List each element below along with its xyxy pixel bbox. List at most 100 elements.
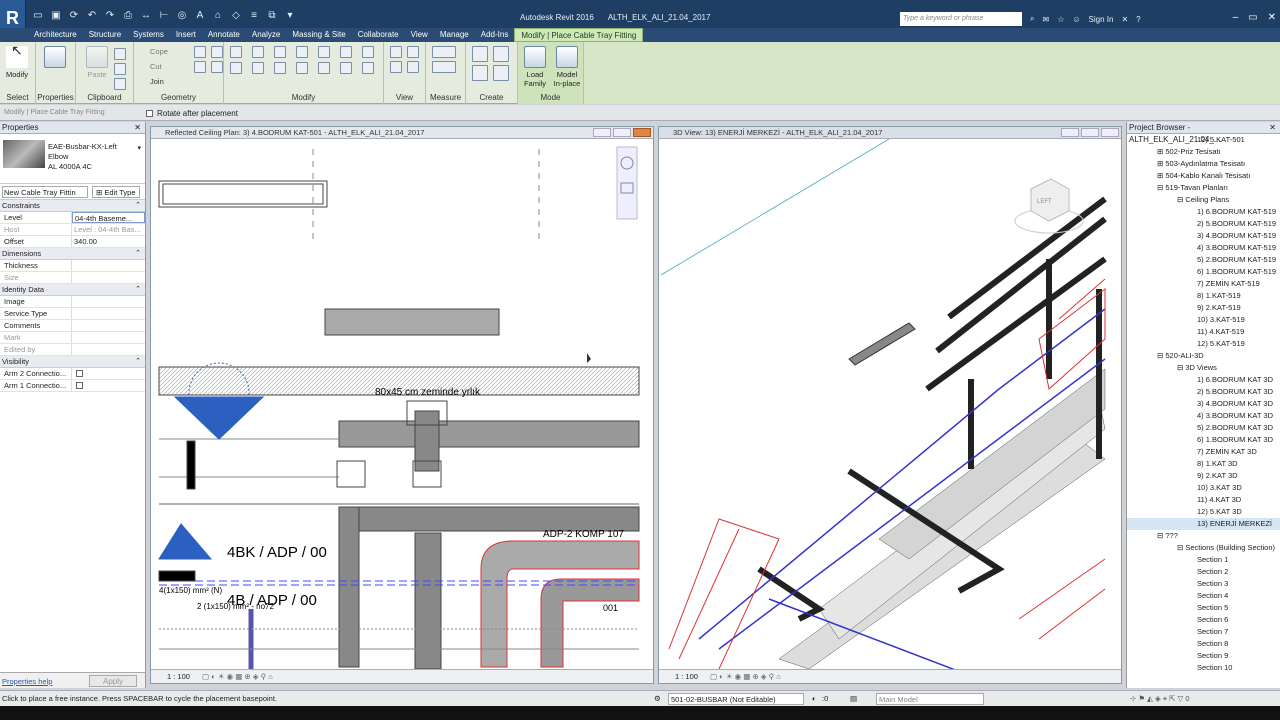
move-icon[interactable] <box>230 62 242 74</box>
browser-item[interactable]: 4) 3.BODRUM KAT-519 <box>1127 242 1280 254</box>
view-scale[interactable]: 1 : 100 <box>167 672 190 681</box>
browser-item[interactable]: 10) 3.KAT 3D <box>1127 482 1280 494</box>
subscription-icon[interactable]: ✉ <box>1042 15 1049 24</box>
restore-icon[interactable] <box>1081 128 1099 137</box>
create-similar-icon[interactable] <box>493 65 509 81</box>
browser-item[interactable]: ⊟ 3D Views <box>1127 362 1280 374</box>
browser-item[interactable]: Section 4 <box>1127 590 1280 602</box>
split-face-icon[interactable] <box>194 46 206 58</box>
tab-collaborate[interactable]: Collaborate <box>352 28 405 42</box>
trim-icon[interactable] <box>296 62 308 74</box>
view-controls-icons[interactable]: ▢ ◐ ☀ ◉ ▦ ⊕ ◈ ⚲ ⌂ <box>710 672 781 681</box>
browser-item[interactable]: 3) 4.BODRUM KAT-519 <box>1127 230 1280 242</box>
binoculars-icon[interactable]: ⌕ <box>1030 14 1034 24</box>
browser-item[interactable]: 9) 2.KAT-519 <box>1127 302 1280 314</box>
property-value[interactable]: 340.00 <box>72 236 145 247</box>
browser-item[interactable]: 12) 5.KAT-519 <box>1127 338 1280 350</box>
close-icon[interactable]: ✕ <box>1268 12 1276 23</box>
browser-item[interactable]: ⊞ 503-Aydınlatma Tesisatı <box>1127 158 1280 170</box>
plan-canvas[interactable]: 80x45 cm zeminde yrlık 4BK / ADP / 00 4B… <box>151 139 653 669</box>
browser-item[interactable]: Section 7 <box>1127 626 1280 638</box>
browser-item[interactable]: 12) 5.KAT 3D <box>1127 506 1280 518</box>
close-icon[interactable] <box>1101 128 1119 137</box>
browser-item[interactable]: 10) 3.KAT-519 <box>1127 314 1280 326</box>
delete-icon[interactable] <box>362 46 374 58</box>
model-inplace-button[interactable]: Model In-place <box>552 46 582 88</box>
navigation-bar[interactable] <box>616 146 638 220</box>
property-value[interactable] <box>72 272 145 283</box>
property-value[interactable] <box>72 260 145 271</box>
create-parts-icon[interactable] <box>493 46 509 62</box>
property-value[interactable] <box>72 344 145 355</box>
3d-view[interactable]: 3D View: 13) ENERJİ MERKEZİ - ALTH_ELK_A… <box>658 126 1122 684</box>
unpin-icon[interactable] <box>362 62 374 74</box>
browser-item[interactable]: Section 5 <box>1127 602 1280 614</box>
properties-section-visibility[interactable]: Visibility <box>0 356 145 368</box>
measure-between-icon[interactable] <box>432 46 456 58</box>
visibility-checkbox[interactable] <box>76 382 83 389</box>
split-icon[interactable] <box>318 46 330 58</box>
match-icon[interactable] <box>114 78 126 90</box>
copy-icon[interactable] <box>252 62 264 74</box>
undo-icon[interactable]: ↶ <box>86 10 98 22</box>
active-workset-dropdown[interactable]: 501-02-BUSBAR (Not Editable) <box>668 693 804 705</box>
load-family-button[interactable]: Load Family <box>522 46 548 88</box>
redo-icon[interactable]: ↷ <box>104 10 116 22</box>
minimize-icon[interactable]: – <box>1233 12 1239 23</box>
properties-section-dimensions[interactable]: Dimensions <box>0 248 145 260</box>
browser-item[interactable]: Section 3 <box>1127 578 1280 590</box>
copy-clip-icon[interactable] <box>114 63 126 75</box>
close-icon[interactable]: ✕ <box>1269 122 1276 134</box>
cope-button[interactable]: Cope <box>150 47 168 56</box>
close-icon[interactable] <box>633 128 651 137</box>
dimension-icon[interactable]: ⊢ <box>158 10 170 22</box>
browser-item[interactable]: Section 9 <box>1127 650 1280 662</box>
browser-item[interactable]: 6) 1.BODRUM KAT-519 <box>1127 266 1280 278</box>
switch-windows-icon[interactable]: ▾ <box>284 10 296 22</box>
search-input[interactable]: Type a keyword or phrase <box>900 12 1022 26</box>
create-assembly-icon[interactable] <box>472 46 488 62</box>
tab-view[interactable]: View <box>405 28 434 42</box>
rotate-after-placement-option[interactable]: Rotate after placement <box>146 109 238 118</box>
tab-annotate[interactable]: Annotate <box>202 28 246 42</box>
edit-type-button[interactable]: ⊞ Edit Type <box>92 185 140 198</box>
ceiling-plan-view[interactable]: Reflected Ceiling Plan: 3) 4.BODRUM KAT-… <box>150 126 654 684</box>
tab-architecture[interactable]: Architecture <box>28 28 83 42</box>
scale-icon[interactable] <box>340 62 352 74</box>
browser-item[interactable]: 13) ENERJİ MERKEZİ <box>1127 518 1280 530</box>
browser-item[interactable]: 2) 5.BODRUM KAT-519 <box>1127 218 1280 230</box>
text-icon[interactable]: A <box>194 10 206 22</box>
properties-help-link[interactable]: Properties help <box>2 677 52 686</box>
section-icon[interactable]: ◇ <box>230 10 242 22</box>
design-option-dropdown[interactable]: Main Model <box>876 693 984 705</box>
visibility-icon[interactable] <box>407 61 419 73</box>
browser-item[interactable]: 11) 4.KAT-519 <box>1127 326 1280 338</box>
chevron-down-icon[interactable]: ▾ <box>137 144 141 152</box>
browser-item[interactable]: 8) 1.KAT 3D <box>1127 458 1280 470</box>
join-button[interactable]: Join <box>150 77 164 86</box>
mirror-draw-icon[interactable] <box>296 46 308 58</box>
modify-button[interactable]: ↖ Modify <box>4 43 30 79</box>
browser-item[interactable]: 1) 6.BODRUM KAT 3D <box>1127 374 1280 386</box>
view-controls-icons[interactable]: ▢ ◐ ☀ ◉ ▦ ⊕ ◈ ⚲ ⌂ <box>202 672 273 681</box>
pin-icon[interactable] <box>340 46 352 58</box>
close-hidden-icon[interactable]: ⧉ <box>266 10 278 22</box>
browser-item[interactable]: 1) 6.BODRUM KAT-519 <box>1127 206 1280 218</box>
tab-manage[interactable]: Manage <box>434 28 475 42</box>
browser-item[interactable]: ⊟ 520-ALI-3D <box>1127 350 1280 362</box>
property-value[interactable] <box>72 332 145 343</box>
browser-item[interactable]: 6) 1.BODRUM KAT 3D <box>1127 434 1280 446</box>
tab-analyze[interactable]: Analyze <box>246 28 286 42</box>
tab-massing-site[interactable]: Massing & Site <box>286 28 351 42</box>
align-icon[interactable] <box>230 46 242 58</box>
browser-item[interactable]: ⊟ ??? <box>1127 530 1280 542</box>
properties-button[interactable] <box>42 46 68 70</box>
create-group-icon[interactable] <box>472 65 488 81</box>
thin-lines-icon[interactable]: ≡ <box>248 10 260 22</box>
browser-item[interactable]: ⊟ Sections (Building Section) <box>1127 542 1280 554</box>
user-icon[interactable]: ☺ <box>1072 15 1080 24</box>
offset-icon[interactable] <box>252 46 264 58</box>
tag-icon[interactable]: ◎ <box>176 10 188 22</box>
instance-selector[interactable]: New Cable Tray Fittin <box>2 185 88 198</box>
browser-item[interactable]: 12) 5.KAT-501 <box>1127 134 1280 146</box>
